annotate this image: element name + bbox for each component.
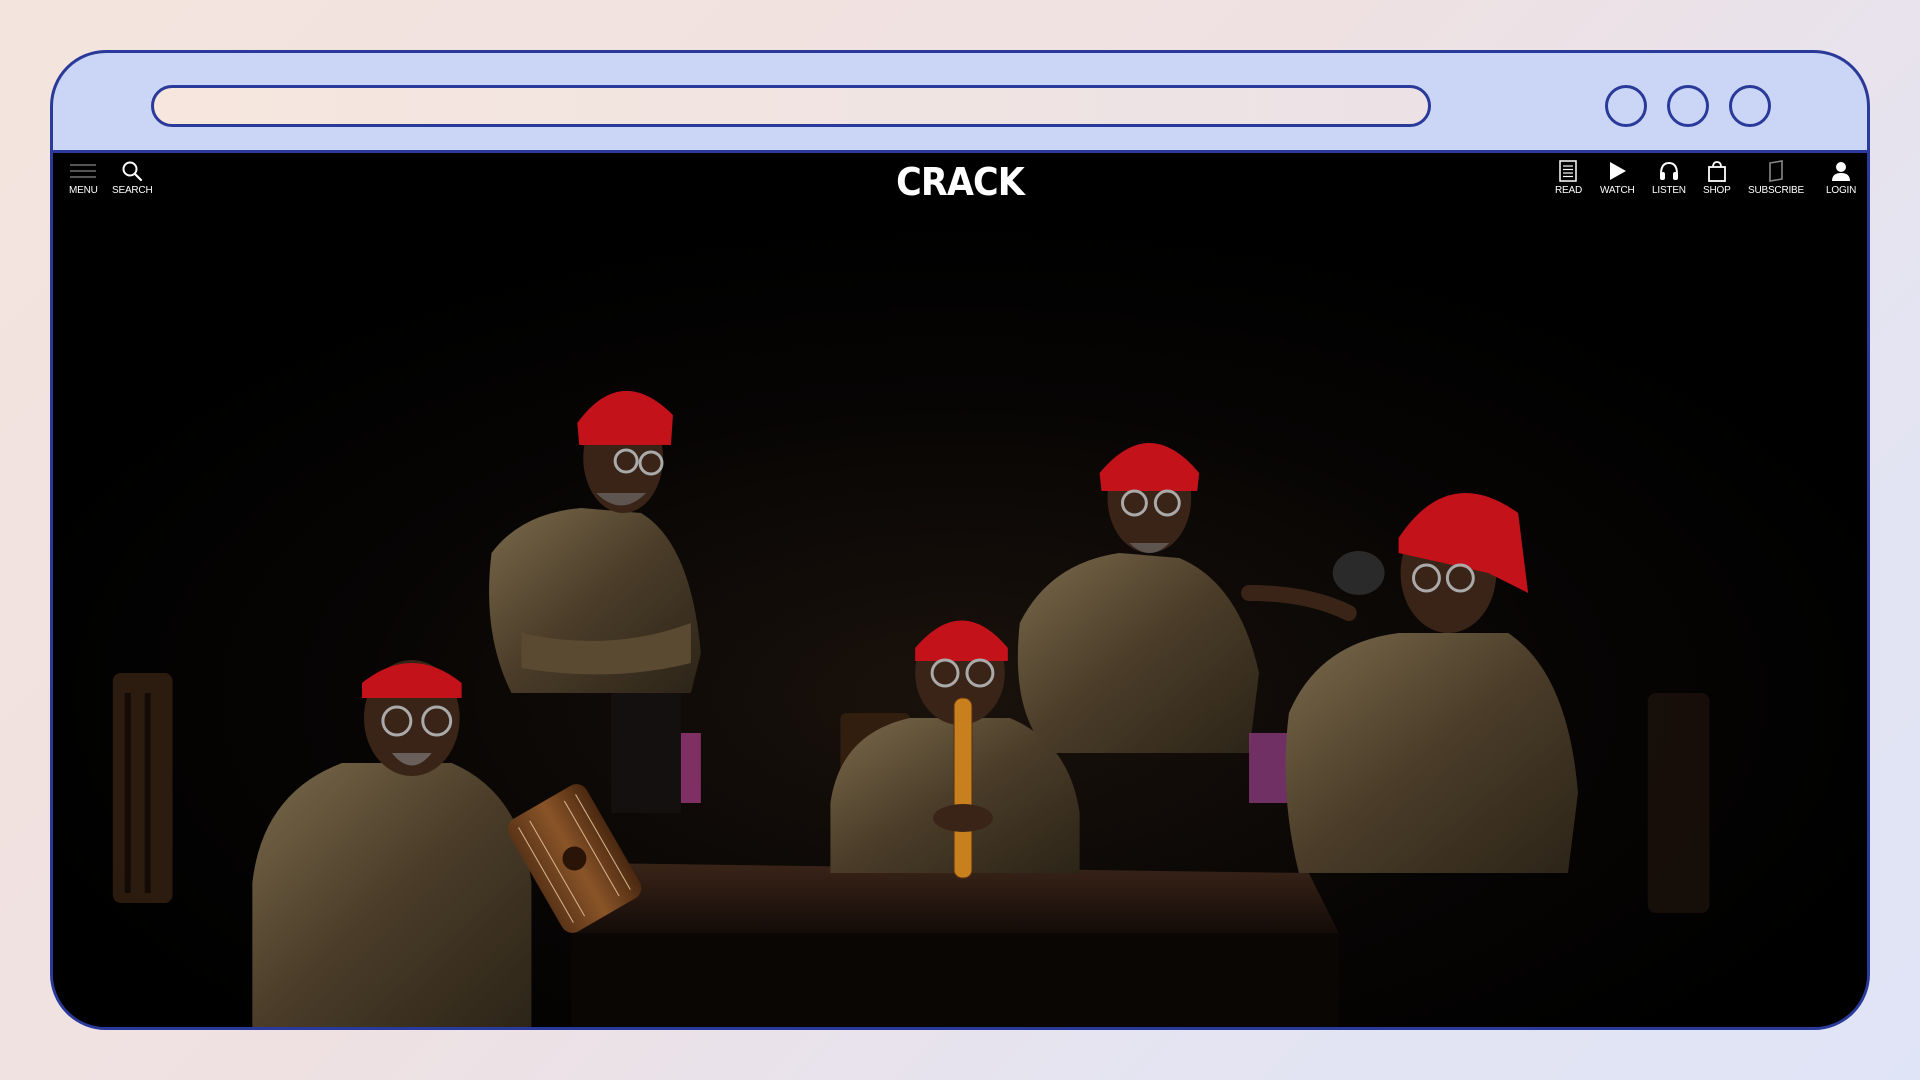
shop-link[interactable]: SHOP bbox=[1703, 159, 1731, 196]
magazine-icon bbox=[1767, 159, 1785, 183]
login-label: LOGIN bbox=[1826, 185, 1857, 196]
hero-photo-illustration bbox=[53, 153, 1867, 1027]
watch-link[interactable]: WATCH bbox=[1600, 159, 1635, 196]
crack-logo[interactable]: CRACK bbox=[891, 160, 1030, 204]
user-icon bbox=[1830, 159, 1852, 183]
chair-left bbox=[112, 673, 173, 903]
shop-label: SHOP bbox=[1703, 185, 1731, 196]
search-icon bbox=[121, 159, 143, 183]
watch-label: WATCH bbox=[1600, 185, 1635, 196]
search-label: SEARCH bbox=[112, 185, 153, 196]
subscribe-link[interactable]: SUBSCRIBE bbox=[1748, 159, 1804, 196]
menu-icon bbox=[70, 159, 97, 183]
menu-label: MENU bbox=[69, 185, 98, 196]
shopping-bag-icon bbox=[1707, 159, 1727, 183]
login-link[interactable]: LOGIN bbox=[1826, 159, 1856, 196]
headphones-icon bbox=[1658, 159, 1680, 183]
read-link[interactable]: READ bbox=[1555, 159, 1582, 196]
read-label: READ bbox=[1555, 185, 1582, 196]
browser-window: MENU SEARCH CRACK READ WATCH LISTEN SHOP… bbox=[50, 50, 1870, 1030]
address-bar[interactable] bbox=[151, 85, 1431, 127]
window-control-button[interactable] bbox=[1605, 85, 1647, 127]
window-control-button[interactable] bbox=[1667, 85, 1709, 127]
window-control-button[interactable] bbox=[1729, 85, 1771, 127]
menu-button[interactable]: MENU bbox=[69, 159, 98, 196]
web-page: MENU SEARCH CRACK READ WATCH LISTEN SHOP… bbox=[53, 153, 1867, 1027]
document-icon bbox=[1559, 159, 1578, 183]
search-button[interactable]: SEARCH bbox=[112, 159, 153, 196]
subscribe-label: SUBSCRIBE bbox=[1748, 185, 1804, 196]
chair-right bbox=[1647, 693, 1710, 913]
logo-text: CRACK bbox=[896, 160, 1025, 204]
play-icon bbox=[1607, 159, 1627, 183]
listen-label: LISTEN bbox=[1652, 185, 1686, 196]
browser-chrome bbox=[53, 53, 1867, 153]
site-navigation: MENU SEARCH CRACK READ WATCH LISTEN SHOP… bbox=[53, 153, 1867, 205]
hero-image bbox=[53, 153, 1867, 1027]
listen-link[interactable]: LISTEN bbox=[1652, 159, 1686, 196]
